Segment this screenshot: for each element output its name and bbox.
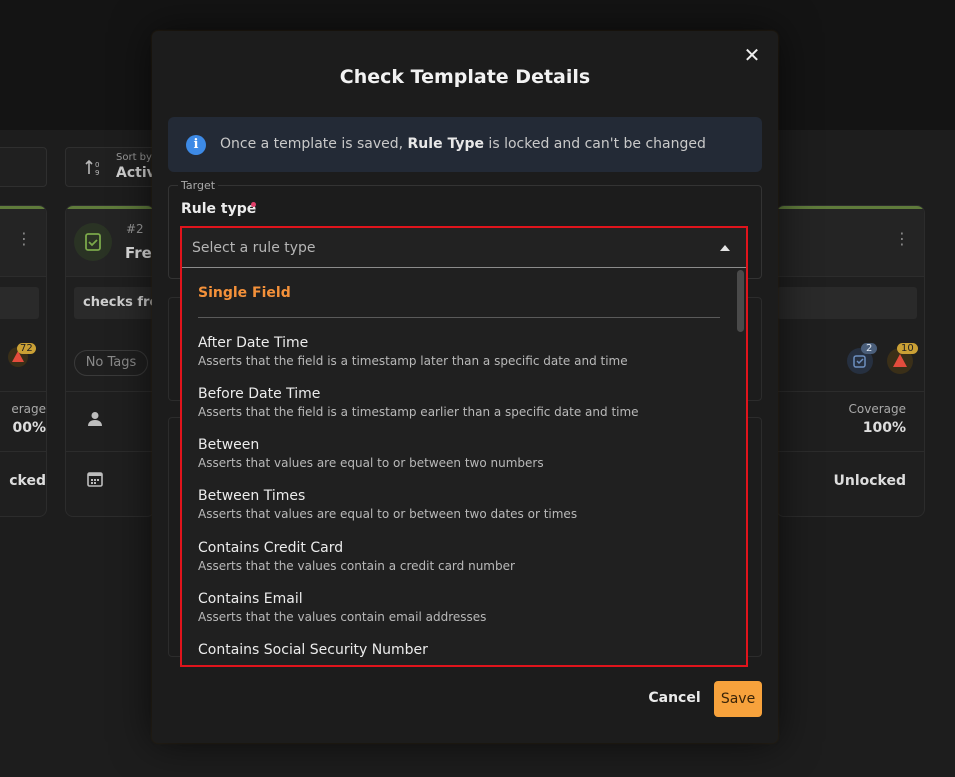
option-description: Asserts that the field is a timestamp ea… [198, 405, 639, 419]
card-divider [66, 391, 154, 392]
calendar-icon [86, 470, 104, 492]
card-divider [0, 451, 46, 452]
check-template-icon [74, 223, 112, 261]
info-icon: i [186, 135, 206, 155]
rule-type-input[interactable]: Select a rule type [182, 228, 746, 268]
option-contains-social-security-number[interactable]: Contains Social Security Number [198, 642, 718, 658]
option-between-times[interactable]: Between Times Asserts that values are eq… [198, 488, 718, 521]
sort-small-label: Sort by [116, 152, 152, 163]
option-contains-email[interactable]: Contains Email Asserts that the values c… [198, 591, 718, 624]
option-title: Between Times [198, 488, 306, 504]
close-icon[interactable]: ✕ [742, 45, 762, 65]
check-template-modal: Check Template Details ✕ i Once a templa… [152, 31, 778, 743]
required-indicator [251, 202, 256, 207]
svg-text:9: 9 [95, 169, 99, 177]
target-legend: Target [178, 179, 219, 192]
option-description: Asserts that the values contain a credit… [198, 559, 515, 573]
group-header-single-field: Single Field [198, 285, 291, 301]
rule-type-placeholder: Select a rule type [192, 240, 316, 256]
warning-count-badge: 10 [897, 343, 918, 354]
template-card[interactable]: #2 Fres checks fre No Tags [65, 205, 155, 517]
card-title: Fres [125, 244, 154, 262]
tag-chip: No Tags [74, 350, 148, 376]
rule-type-select[interactable]: Select a rule type Single Field After Da… [180, 226, 748, 667]
card-description-strip [0, 287, 39, 319]
search-box[interactable] [0, 147, 47, 187]
option-between[interactable]: Between Asserts that values are equal to… [198, 437, 718, 470]
option-description: Asserts that values are equal to or betw… [198, 507, 578, 521]
lock-status: Unlocked [833, 473, 906, 489]
save-button[interactable]: Save [714, 681, 762, 717]
info-message-prefix: Once a template is saved, [220, 136, 408, 152]
option-description: Asserts that the values contain email ad… [198, 610, 487, 624]
group-divider [198, 317, 720, 318]
card-description-strip [777, 287, 917, 319]
option-title: Between [198, 437, 260, 453]
user-icon [86, 410, 104, 432]
card-description: checks fre [83, 295, 155, 310]
option-title: Contains Credit Card [198, 540, 344, 556]
info-banner: i Once a template is saved, Rule Type is… [168, 117, 762, 172]
card-divider [777, 451, 924, 452]
option-description: Asserts that values are equal to or betw… [198, 456, 544, 470]
option-contains-credit-card[interactable]: Contains Credit Card Asserts that the va… [198, 540, 718, 573]
option-description: Asserts that the field is a timestamp la… [198, 354, 628, 368]
coverage-label: erage [11, 402, 46, 416]
coverage-value: 00% [12, 420, 46, 436]
cancel-button[interactable]: Cancel [647, 685, 702, 711]
card-divider [777, 391, 924, 392]
option-title: Contains Email [198, 591, 303, 607]
option-title: Before Date Time [198, 386, 321, 402]
sort-icon: 09 [84, 158, 104, 178]
card-number: #2 [126, 222, 144, 236]
rule-type-dropdown: Single Field After Date Time Asserts tha… [182, 268, 746, 665]
dropdown-scrollbar[interactable] [737, 270, 744, 332]
info-message-bold: Rule Type [407, 136, 484, 152]
card-divider [66, 451, 154, 452]
template-card[interactable]: ⋮ 2 10 Coverage 100% Unlocked [776, 205, 925, 517]
rule-type-label: Rule type [181, 201, 257, 217]
kebab-menu-icon[interactable]: ⋮ [16, 231, 32, 247]
info-message-suffix: is locked and can't be changed [483, 136, 706, 152]
warning-count-badge: 72 [17, 343, 36, 354]
option-title: After Date Time [198, 335, 309, 351]
info-message: Once a template is saved, Rule Type is l… [220, 136, 706, 152]
kebab-menu-icon[interactable]: ⋮ [894, 231, 910, 247]
coverage-value: 100% [862, 420, 906, 436]
checks-count-badge: 2 [861, 343, 878, 354]
svg-text:0: 0 [95, 161, 99, 169]
card-divider [0, 391, 46, 392]
option-title: Contains Social Security Number [198, 642, 428, 658]
caret-up-icon[interactable] [720, 245, 730, 251]
template-card[interactable]: ⋮ 72 erage 00% cked [0, 205, 47, 517]
option-after-date-time[interactable]: After Date Time Asserts that the field i… [198, 335, 718, 368]
coverage-label: Coverage [848, 402, 907, 416]
modal-title: Check Template Details [339, 66, 591, 88]
lock-status: cked [9, 473, 46, 489]
option-before-date-time[interactable]: Before Date Time Asserts that the field … [198, 386, 718, 419]
